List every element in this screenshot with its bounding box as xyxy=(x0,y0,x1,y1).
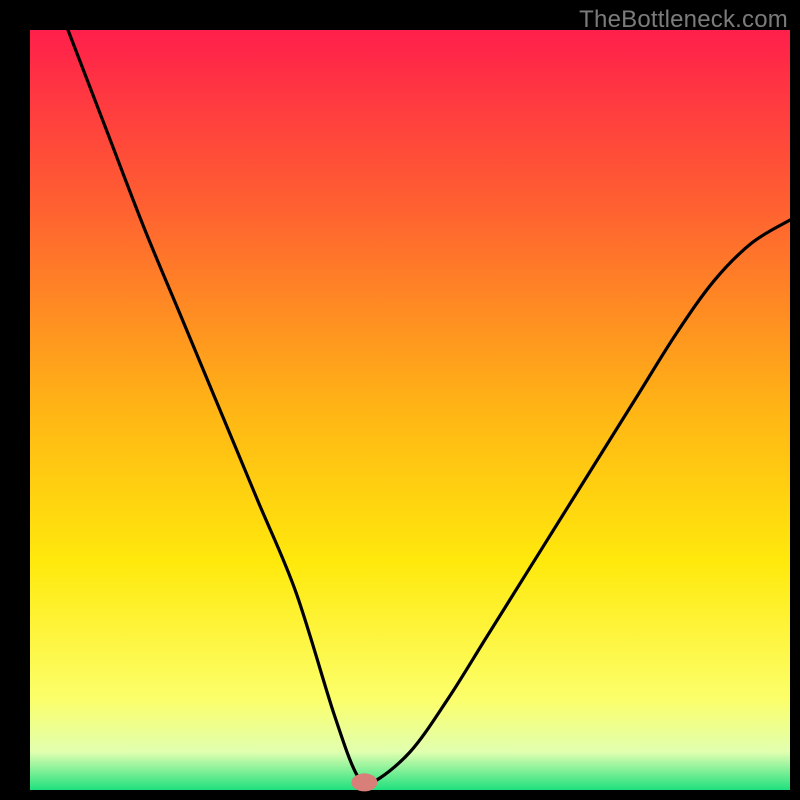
plot-background xyxy=(30,30,790,790)
bottleneck-chart xyxy=(0,0,800,800)
chart-container: TheBottleneck.com xyxy=(0,0,800,800)
watermark-text: TheBottleneck.com xyxy=(579,6,788,34)
optimal-point-marker xyxy=(351,773,377,791)
